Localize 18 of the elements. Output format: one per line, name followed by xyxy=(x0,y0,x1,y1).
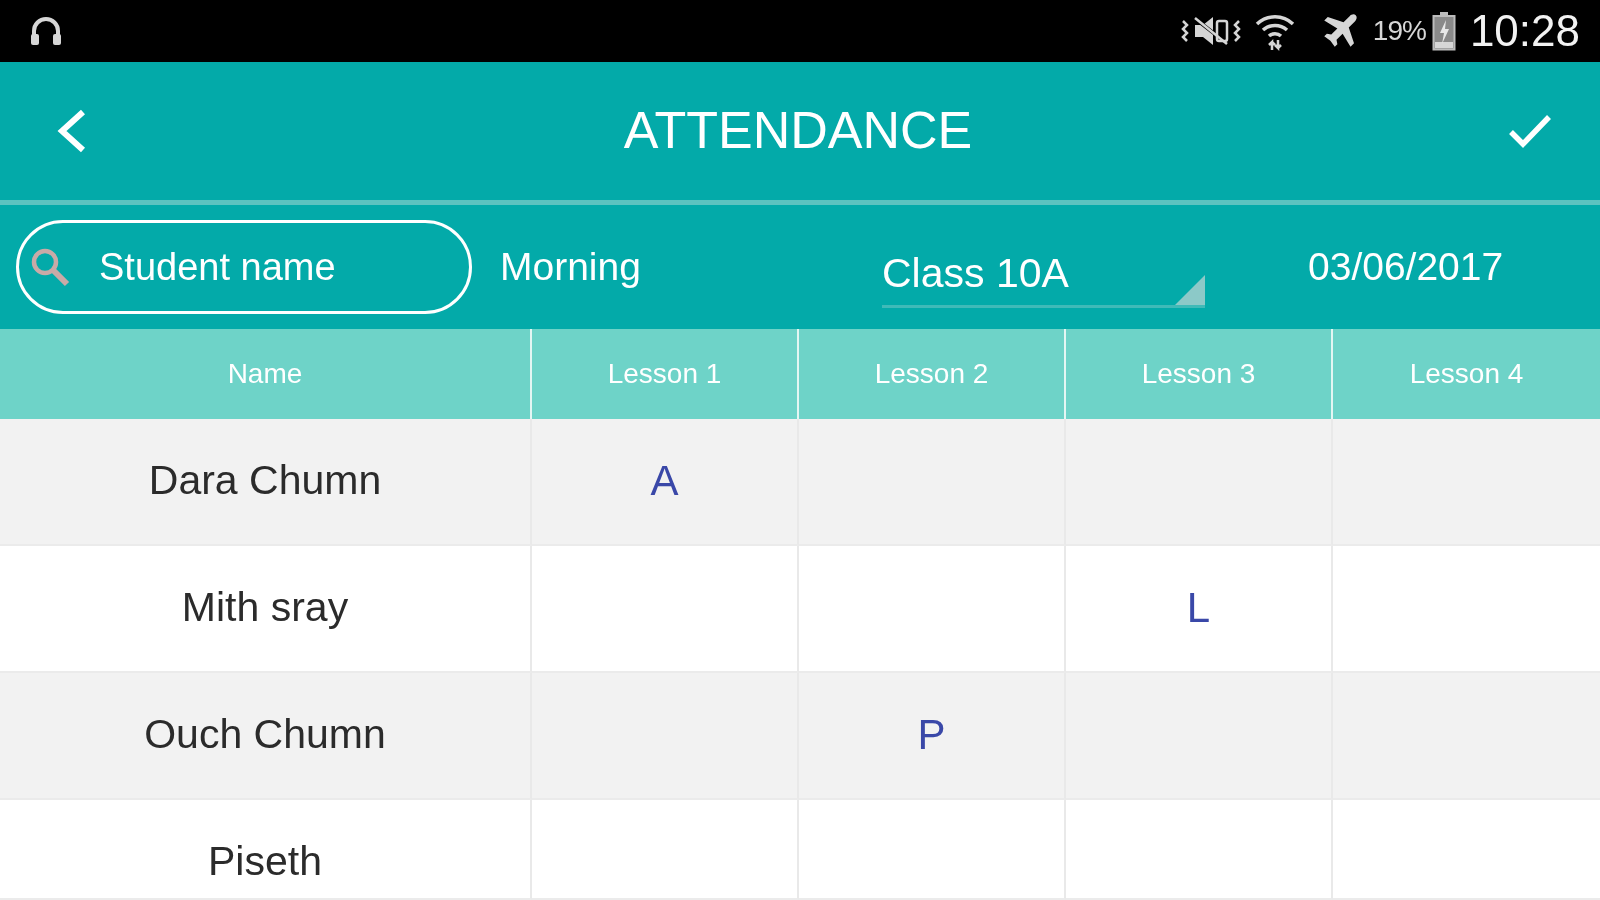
search-field[interactable]: Student name xyxy=(16,220,472,314)
column-header: Lesson 3 xyxy=(1066,329,1333,419)
clock-time: 10:28 xyxy=(1469,9,1580,53)
headphones-icon xyxy=(30,16,62,46)
screen-title: ATTENDANCE xyxy=(623,101,973,160)
session-label: Morning xyxy=(500,244,642,290)
column-header: Lesson 1 xyxy=(532,329,799,419)
dropdown-triangle-icon xyxy=(1175,275,1205,305)
date-label: 03/06/2017 xyxy=(1308,244,1504,290)
column-header: Lesson 2 xyxy=(799,329,1066,419)
battery-percent: 19% xyxy=(1372,14,1426,48)
column-header: Name xyxy=(0,329,532,419)
confirm-button[interactable] xyxy=(1508,113,1552,149)
column-header: Lesson 4 xyxy=(1333,329,1600,419)
search-icon xyxy=(30,247,70,287)
check-icon xyxy=(1508,113,1552,149)
battery-icon xyxy=(1431,11,1456,51)
table-cell: Piseth xyxy=(0,800,532,900)
